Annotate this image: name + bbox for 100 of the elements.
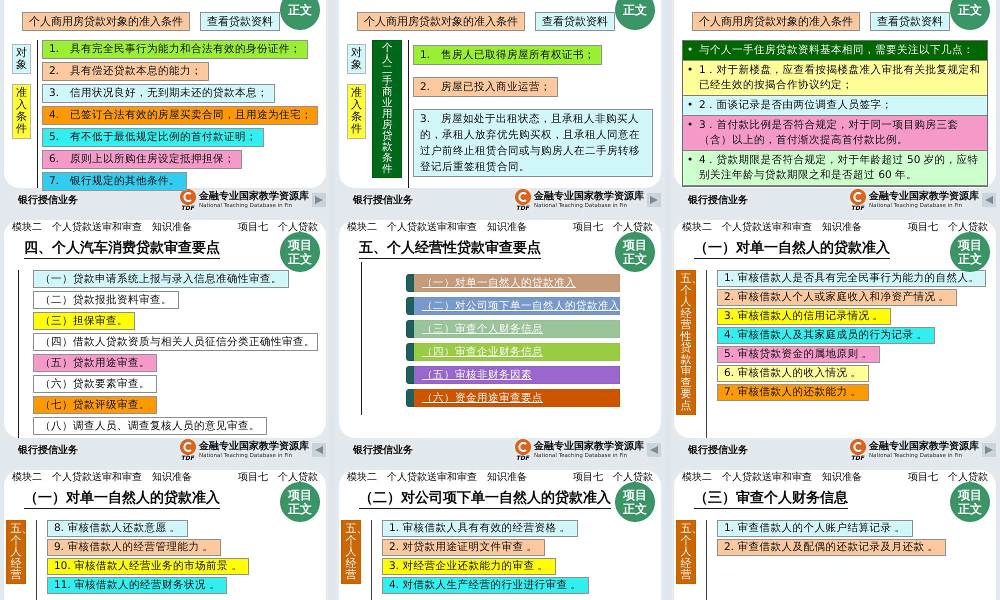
project-header: 项目七 个人贷款 (238, 472, 318, 485)
check-item: 3. 对经营企业还款能力的审查 。 (382, 558, 556, 575)
check-item: 2. 审核借款人个人或家庭收入和净资产情况 。 (717, 289, 957, 306)
logo-title: 金融专业国家教学资源库 (869, 440, 979, 452)
criteria-item: 2. 具有偿还贷款本息的能力； (42, 62, 210, 81)
logo-title: 金融专业国家教学资源库 (199, 190, 309, 202)
criteria-item: 1. 具有完全民事行为能力和合法有效的身份证件； (42, 40, 308, 59)
slide-title: （一）对单一自然人的贷款准入 (694, 239, 890, 259)
check-item: 11. 审核借款人的经营财务状况 。 (47, 577, 228, 594)
topic-link[interactable]: （六）资金用途审查要点 (406, 389, 620, 407)
vertical-label-bar: 五、个人经营 (341, 520, 361, 584)
bullet-item: • 与个人一手住房贷款资料基本相同，需要关注以下几点： (683, 41, 987, 61)
outline-item: （四）借款人贷款资质与相关人员征信分类正确性审查。 (33, 333, 318, 351)
course-name: 银行授信业务 (18, 444, 78, 457)
section-badge: 正文 (280, 0, 320, 30)
outline-item: （一）贷款申请系统上报与录入信息准确性审查。 (33, 270, 289, 288)
section-badge: 项目 正文 (280, 232, 320, 272)
section-badge: 项目 正文 (615, 232, 655, 272)
check-item: 1. 审查借款人的个人账户结算记录 。 (717, 520, 913, 537)
heading-box: 查看贷款资料 (200, 12, 280, 31)
vertical-label-bar: 个人二手商业用房贷款条件 (372, 40, 402, 178)
slide-title: 五、个人经营性贷款审查要点 (359, 239, 541, 259)
category-label: 对象 (12, 44, 31, 74)
section-badge: 项目 正文 (280, 482, 320, 522)
course-name: 银行授信业务 (688, 444, 748, 457)
topic-link[interactable]: （三）审查个人财务信息 (406, 320, 620, 338)
outline-item: （七）贷款评级审查。 (33, 396, 157, 414)
vertical-label-bar: 五、个人经营 (6, 520, 26, 584)
vertical-label-bar: 五、个人经营 (676, 520, 696, 584)
course-name: 银行授信业务 (353, 194, 413, 207)
outline-item: （五）贷款用途审查。 (33, 354, 157, 372)
check-item: 5. 审核贷款资金的属地原则 。 (717, 346, 880, 363)
heading-box: 查看贷款资料 (870, 12, 950, 31)
check-item: 4. 审核借款人及其家庭成员的行为记录 。 (717, 327, 935, 344)
check-item: 9. 审核借款人的经营管理能力 。 (47, 539, 221, 556)
check-item: 1. 审核借款人具有有效的经营资格 。 (382, 520, 578, 537)
criteria-item: 3. 信用状况良好，无到期未还的贷款本息； (42, 84, 276, 103)
bullet-item: • 4．贷款期限是否符合规定，对于年龄超过 50 岁的，应特别关注年龄与贷款期限之和是否超过 60 年。 (683, 151, 987, 186)
section-badge: 项目 正文 (950, 232, 990, 272)
check-item: 2. 对贷款用途证明文件审查 。 (382, 539, 545, 556)
logo-title: 金融专业国家教学资源库 (199, 440, 309, 452)
topic-link[interactable]: （四）审查企业财务信息 (406, 343, 620, 361)
check-item: 10. 审核借款人经营业务的市场前景 。 (47, 558, 250, 575)
slide-title: （二）对公司项下单一自然人的贷款准入 (359, 489, 611, 509)
outline-item: （六）贷款要素审查。 (33, 375, 157, 393)
course-name: 银行授信业务 (353, 444, 413, 457)
check-item: 7. 审核借款人的还款能力 。 (717, 384, 869, 401)
check-item: 4. 对借款人生产经营的行业进行审查 。 (382, 577, 589, 594)
topic-link[interactable]: （二）对公司项下单一自然人的贷款准入 (406, 297, 620, 315)
left-arrow-icon[interactable] (982, 193, 996, 207)
section-badge: 项目 正文 (950, 482, 990, 522)
module-header: 模块二 个人贷款送审和审查 知识准备 (682, 222, 862, 235)
project-header: 项目七 个人贷款 (573, 222, 653, 235)
logo-title: 金融专业国家教学资源库 (534, 190, 644, 202)
bullet-item: • 1．对于新楼盘，应查看按揭楼盘准入审批有关批复规定和已经生效的按揭合作协议约定； (683, 61, 987, 96)
module-header: 模块二 个人贷款送审和审查 知识准备 (12, 222, 192, 235)
slide-title: （三）审查个人财务信息 (694, 489, 848, 509)
criteria-item: 1. 售房人已取得房屋所有权证书； (413, 44, 602, 65)
left-arrow-icon[interactable] (312, 443, 326, 457)
topic-link[interactable]: （五）审核非财务因素 (406, 366, 620, 384)
module-header: 模块二 个人贷款送审和审查 知识准备 (347, 222, 527, 235)
category-label: 准入条件 (347, 84, 366, 139)
category-label: 准入条件 (12, 84, 31, 139)
heading-box: 个人商用房贷款对象的准入条件 (357, 12, 525, 31)
criteria-item: 7. 银行规定的其他条件。 (42, 172, 188, 191)
bullet-item: • 3．首付款比例是否符合规定，对于同一项目购房三套（含）以上的，首付渐次提高首付款比例。 (683, 116, 987, 151)
left-arrow-icon[interactable] (647, 443, 661, 457)
criteria-item: 4. 已签订合法有效的房屋买卖合同，且用途为住宅； (42, 106, 318, 125)
check-item: 2. 审查借款人及配偶的还款记录及月还款 。 (717, 539, 946, 556)
vertical-label-bar: 五、个人经营性贷款审查要点 (676, 270, 696, 415)
project-header: 项目七 个人贷款 (908, 472, 988, 485)
right-arrow-icon[interactable] (312, 193, 326, 207)
outline-item: （八）调查人员、调查复核人员的意见审查。 (33, 417, 267, 435)
logo-title: 金融专业国家教学资源库 (534, 440, 644, 452)
heading-box: 个人商用房贷款对象的准入条件 (22, 12, 190, 31)
logo-title: 金融专业国家教学资源库 (869, 190, 979, 202)
right-arrow-icon[interactable] (647, 193, 661, 207)
bullet-item: • 2．面谈记录是否由两位调查人员签字； (683, 96, 987, 116)
criteria-item: 5. 有不低于最低规定比例的首付款证明； (42, 128, 264, 147)
section-badge: 正文 (950, 0, 990, 30)
course-name: 银行授信业务 (688, 194, 748, 207)
module-header: 模块二 个人贷款送审和审查 知识准备 (682, 472, 862, 485)
check-item: 3. 审核借款人的信用记录情况 。 (717, 308, 891, 325)
heading-box: 查看贷款资料 (535, 12, 615, 31)
outline-item: （二）贷款报批资料审查。 (33, 291, 179, 309)
project-header: 项目七 个人贷款 (238, 222, 318, 235)
module-header: 模块二 个人贷款送审和审查 知识准备 (347, 472, 527, 485)
right-arrow-icon[interactable] (982, 443, 996, 457)
section-badge: 正文 (615, 0, 655, 30)
category-label: 对象 (347, 44, 366, 74)
slide-title: （一）对单一自然人的贷款准入 (24, 489, 220, 509)
check-item: 6. 审核借款人的收入情况 。 (717, 365, 869, 382)
check-item: 1. 审核借款人是否具有完全民事行为能力的自然人。 (717, 270, 986, 287)
topic-link[interactable]: （一）对单一自然人的贷款准入 (406, 274, 620, 292)
check-item: 8. 审核借款人还款意愿 。 (47, 520, 188, 537)
slide-title: 四、个人汽车消费贷款审查要点 (24, 239, 220, 259)
heading-box: 个人商用房贷款对象的准入条件 (692, 12, 860, 31)
section-badge: 项目 正文 (615, 482, 655, 522)
project-header: 项目七 个人贷款 (573, 472, 653, 485)
course-name: 银行授信业务 (18, 194, 78, 207)
